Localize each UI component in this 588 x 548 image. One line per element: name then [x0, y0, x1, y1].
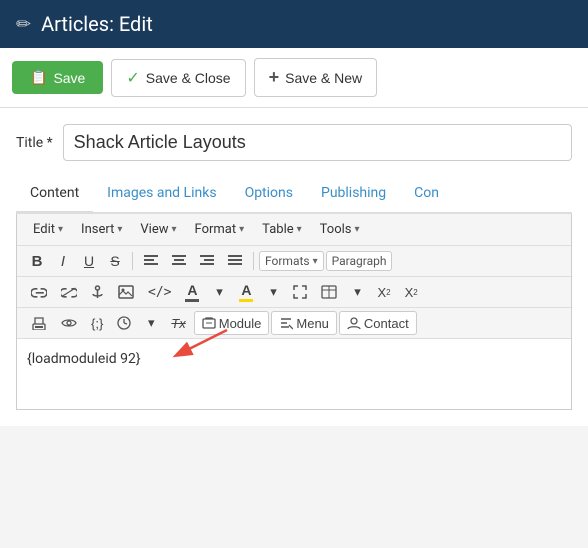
editor-toolbar-row3: {;} ▾ Tx Module Menu Contact	[17, 308, 571, 339]
code-button[interactable]: </>	[142, 280, 177, 304]
edit-icon: ✏	[16, 14, 31, 35]
title-row: Title *	[16, 124, 572, 161]
align-right-button[interactable]	[194, 249, 220, 273]
chevron-down-icon: ▾	[313, 256, 318, 267]
highlight-dropdown[interactable]: ▾	[261, 280, 285, 304]
save-close-button[interactable]: ✓ Save & Close	[111, 59, 245, 97]
unlink-button[interactable]	[55, 280, 83, 304]
italic-button[interactable]: I	[51, 249, 75, 273]
plus-icon: +	[269, 67, 280, 88]
tab-publishing[interactable]: Publishing	[307, 175, 400, 214]
paragraph-dropdown[interactable]: Paragraph	[326, 251, 393, 271]
separator	[253, 252, 254, 270]
tab-con[interactable]: Con	[400, 175, 453, 214]
page-title: Articles: Edit	[41, 12, 153, 36]
font-color-button[interactable]: A	[179, 280, 205, 304]
align-justify-button[interactable]	[222, 249, 248, 273]
page-header: ✏ Articles: Edit	[0, 0, 588, 48]
check-icon: ✓	[126, 68, 139, 88]
table-dropdown[interactable]: ▾	[345, 280, 369, 304]
editor-menubar: Edit ▾ Insert ▾ View ▾ Format ▾ Table ▾ …	[17, 214, 571, 246]
tab-options[interactable]: Options	[231, 175, 307, 214]
save-new-button[interactable]: + Save & New	[254, 58, 378, 97]
chevron-down-icon: ▾	[354, 224, 359, 235]
menu-insert[interactable]: Insert ▾	[73, 218, 130, 241]
image-button[interactable]	[112, 280, 140, 304]
underline-button[interactable]: U	[77, 249, 101, 273]
formats-dropdown[interactable]: Formats ▾	[259, 251, 324, 271]
tabs-bar: Content Images and Links Options Publish…	[16, 175, 572, 214]
menu-nav-button[interactable]: Menu	[271, 311, 337, 335]
main-content: Title * Content Images and Links Options…	[0, 108, 588, 426]
editor-toolbar-row1: B I U S Formats ▾ Paragr	[17, 246, 571, 277]
title-input[interactable]	[63, 124, 572, 161]
separator	[132, 252, 133, 270]
menu-edit[interactable]: Edit ▾	[25, 218, 71, 241]
menu-tools[interactable]: Tools ▾	[312, 218, 368, 241]
chevron-down-icon: ▾	[117, 224, 122, 235]
highlight-button[interactable]: A	[233, 280, 259, 304]
table-insert-button[interactable]	[315, 280, 343, 304]
action-toolbar: 📋 Save ✓ Save & Close + Save & New	[0, 48, 588, 108]
save-button[interactable]: 📋 Save	[12, 61, 103, 94]
editor-toolbar-row2: </> A ▾ A ▾	[17, 277, 571, 308]
link-button[interactable]	[25, 280, 53, 304]
editor-container: Edit ▾ Insert ▾ View ▾ Format ▾ Table ▾ …	[16, 214, 572, 410]
source-button[interactable]: {;}	[85, 311, 109, 335]
chevron-down-icon: ▾	[239, 224, 244, 235]
contact-label: Contact	[364, 316, 409, 331]
anchor-button[interactable]	[85, 280, 110, 304]
fullscreen-button[interactable]	[287, 280, 313, 304]
preview-button[interactable]	[55, 311, 83, 335]
time-button[interactable]	[111, 311, 137, 335]
tab-content[interactable]: Content	[16, 175, 93, 214]
superscript-button[interactable]: X2	[399, 280, 424, 304]
editor-body[interactable]: {loadmoduleid 92}	[17, 339, 571, 409]
menu-label: Menu	[296, 316, 329, 331]
font-color-dropdown[interactable]: ▾	[207, 280, 231, 304]
title-label: Title *	[16, 135, 53, 151]
menu-view[interactable]: View ▾	[132, 218, 184, 241]
tab-images-and-links[interactable]: Images and Links	[93, 175, 230, 214]
align-left-button[interactable]	[138, 249, 164, 273]
menu-table[interactable]: Table ▾	[254, 218, 310, 241]
menu-format[interactable]: Format ▾	[187, 218, 253, 241]
align-center-button[interactable]	[166, 249, 192, 273]
contact-button[interactable]: Contact	[339, 311, 417, 335]
chevron-down-icon: ▾	[171, 224, 176, 235]
chevron-down-icon: ▾	[58, 224, 63, 235]
chevron-down-icon: ▾	[297, 224, 302, 235]
print-button[interactable]	[25, 311, 53, 335]
strikethrough-button[interactable]: S	[103, 249, 127, 273]
subscript-button[interactable]: X2	[371, 280, 396, 304]
bold-button[interactable]: B	[25, 249, 49, 273]
save-icon: 📋	[30, 69, 47, 86]
editor-content: {loadmoduleid 92}	[27, 351, 141, 367]
